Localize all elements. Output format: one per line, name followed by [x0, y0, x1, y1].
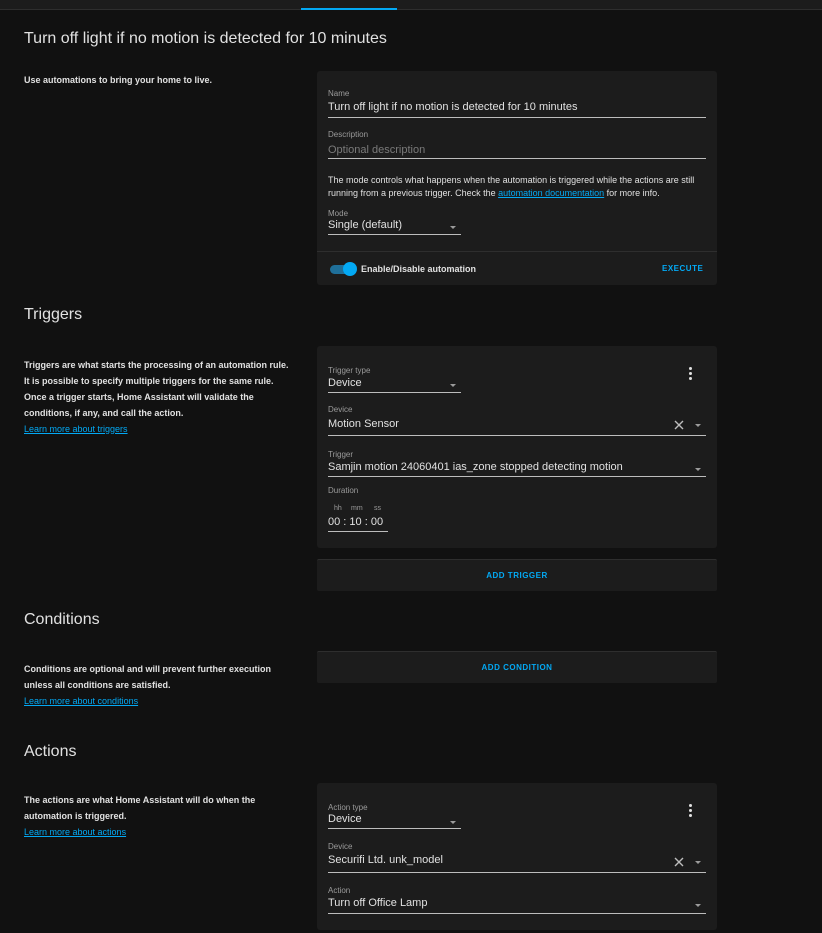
action-device-label: Device [328, 842, 353, 851]
duration-hh-label: hh [334, 505, 342, 512]
actions-title: Actions [24, 743, 77, 760]
chevron-down-icon[interactable] [695, 468, 701, 471]
conditions-description-text: Conditions are optional and will prevent… [24, 664, 272, 690]
trigger-label: Trigger [328, 450, 354, 459]
page-title: Turn off light if no motion is detected … [24, 30, 387, 47]
action-type-underline [328, 828, 461, 829]
name-underline [328, 117, 706, 118]
enable-automation-toggle[interactable] [330, 262, 357, 276]
chevron-down-icon[interactable] [450, 226, 456, 229]
description-underline [328, 158, 706, 159]
chevron-down-icon[interactable] [695, 861, 701, 864]
triggers-title: Triggers [24, 306, 83, 323]
action-select[interactable]: Turn off Office Lamp [328, 897, 427, 909]
mode-description: The mode controls what happens when the … [328, 174, 706, 200]
triggers-description-text: Triggers are what starts the processing … [24, 360, 289, 418]
actions-description-text: The actions are what Home Assistant will… [24, 795, 256, 821]
active-tab-indicator [301, 8, 397, 10]
trigger-card: Trigger type Device Device Motion Sensor… [317, 346, 717, 548]
duration-hh-input[interactable]: 00 [328, 516, 340, 528]
execute-button[interactable]: EXECUTE [662, 264, 703, 273]
close-icon[interactable] [673, 856, 685, 868]
name-input[interactable]: Turn off light if no motion is detected … [328, 101, 577, 113]
action-underline [328, 913, 706, 914]
intro-text: Use automations to bring your home to li… [24, 75, 213, 85]
chevron-down-icon[interactable] [695, 904, 701, 907]
action-label: Action [328, 886, 351, 895]
triggers-description: Triggers are what starts the processing … [24, 357, 294, 437]
duration-mm-input[interactable]: 10 [349, 516, 361, 528]
mode-underline [328, 234, 461, 235]
duration-input[interactable]: 00 : 10 : 00 [328, 516, 388, 528]
close-icon[interactable] [673, 419, 685, 431]
conditions-title: Conditions [24, 611, 100, 628]
toggle-knob [343, 262, 357, 276]
learn-more-actions-link[interactable]: Learn more about actions [24, 824, 126, 840]
top-tab-bar [0, 0, 822, 10]
trigger-select[interactable]: Samjin motion 24060401 ias_zone stopped … [328, 461, 623, 473]
card-divider [317, 251, 717, 252]
action-type-select[interactable]: Device [328, 813, 362, 825]
chevron-down-icon[interactable] [695, 424, 701, 427]
action-card: Action type Device Device Securifi Ltd. … [317, 783, 717, 930]
description-input[interactable]: Optional description [328, 144, 425, 156]
trigger-type-underline [328, 392, 461, 393]
chevron-down-icon[interactable] [450, 384, 456, 387]
description-label: Description [328, 130, 369, 139]
action-device-underline [328, 872, 706, 873]
trigger-device-select[interactable]: Motion Sensor [328, 418, 399, 430]
trigger-type-label: Trigger type [328, 366, 371, 375]
trigger-device-label: Device [328, 405, 353, 414]
actions-description: The actions are what Home Assistant will… [24, 792, 294, 840]
action-type-label: Action type [328, 803, 368, 812]
action-device-select[interactable]: Securifi Ltd. unk_model [328, 854, 443, 866]
duration-label: Duration [328, 486, 359, 495]
more-vert-icon[interactable] [687, 804, 693, 818]
duration-ss-label: ss [374, 505, 381, 512]
trigger-device-underline [328, 435, 706, 436]
automation-details-card: Name Turn off light if no motion is dete… [317, 71, 717, 285]
trigger-underline [328, 476, 706, 477]
name-label: Name [328, 89, 350, 98]
add-trigger-button[interactable]: ADD TRIGGER [317, 559, 717, 591]
conditions-description: Conditions are optional and will prevent… [24, 661, 294, 709]
automation-documentation-link[interactable]: automation documentation [498, 188, 604, 198]
chevron-down-icon[interactable] [450, 821, 456, 824]
duration-ss-input[interactable]: 00 [371, 516, 383, 528]
duration-underline [328, 531, 388, 532]
add-condition-button[interactable]: ADD CONDITION [317, 651, 717, 683]
toggle-label: Enable/Disable automation [361, 264, 477, 274]
more-vert-icon[interactable] [687, 367, 693, 381]
mode-label: Mode [328, 209, 349, 218]
trigger-type-select[interactable]: Device [328, 377, 362, 389]
mode-description-suffix: for more info. [604, 188, 660, 198]
duration-mm-label: mm [351, 505, 363, 512]
mode-select[interactable]: Single (default) [328, 219, 402, 231]
learn-more-conditions-link[interactable]: Learn more about conditions [24, 693, 138, 709]
learn-more-triggers-link[interactable]: Learn more about triggers [24, 421, 128, 437]
